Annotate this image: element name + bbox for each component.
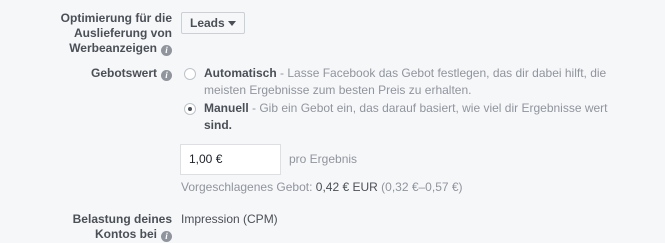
radio-manual[interactable] — [184, 103, 196, 115]
optimization-label: Optimierung für die Auslieferung von Wer… — [61, 11, 172, 56]
bid-input-suffix: pro Ergebnis — [289, 152, 358, 166]
billing-value: Impression (CPM) — [181, 212, 278, 226]
option-automatic-desc-line2: meisten Ergebnisse zum besten Preis zu e… — [204, 83, 472, 97]
info-icon[interactable]: i — [161, 45, 172, 56]
optimization-label-line2: Auslieferung von — [73, 26, 172, 40]
bid-label: Gebotswert i — [91, 66, 172, 81]
billing-label-line1: Belastung deines — [72, 212, 172, 226]
info-icon[interactable]: i — [161, 231, 172, 242]
optimization-label-line1: Optimierung für die — [60, 11, 172, 25]
info-icon[interactable]: i — [161, 70, 172, 81]
option-manual: Manuell - Gib ein Gebot ein, das darauf … — [204, 100, 644, 134]
billing-label-line2: Kontos bei — [95, 227, 157, 241]
optimization-label-line3: Werbeanzeigen — [69, 41, 157, 55]
option-automatic: Automatisch - Lasse Facebook das Gebot f… — [204, 65, 644, 99]
option-manual-desc-line2: sind. — [204, 118, 233, 132]
option-automatic-desc-line1: - Lasse Facebook das Gebot festlegen, da… — [276, 66, 607, 80]
optimization-label-line3-wrap: Werbeanzeigen i — [61, 41, 172, 56]
bid-label-text: Gebotswert — [90, 66, 157, 80]
billing-label: Belastung deines Kontos bei i — [73, 212, 172, 242]
billing-label-line2-wrap: Kontos bei i — [73, 227, 172, 242]
optimization-dropdown-value: Leads — [190, 16, 225, 30]
suggested-bid-value: 0,42 € EUR — [315, 180, 378, 194]
suggested-bid-range: (0,32 €–0,57 €) — [377, 180, 463, 194]
option-automatic-title: Automatisch — [204, 66, 277, 80]
optimization-dropdown[interactable]: Leads — [181, 12, 245, 34]
suggested-bid: Vorgeschlagenes Gebot: 0,42 € EUR (0,32 … — [181, 180, 463, 194]
bid-amount-input[interactable]: 1,00 € — [180, 144, 281, 175]
option-manual-desc-line1: - Gib ein Gebot ein, das darauf basiert,… — [248, 101, 608, 115]
caret-down-icon — [228, 21, 236, 26]
suggested-bid-label: Vorgeschlagenes Gebot: — [181, 180, 316, 194]
option-manual-title: Manuell — [204, 101, 249, 115]
radio-automatic[interactable] — [184, 68, 196, 80]
